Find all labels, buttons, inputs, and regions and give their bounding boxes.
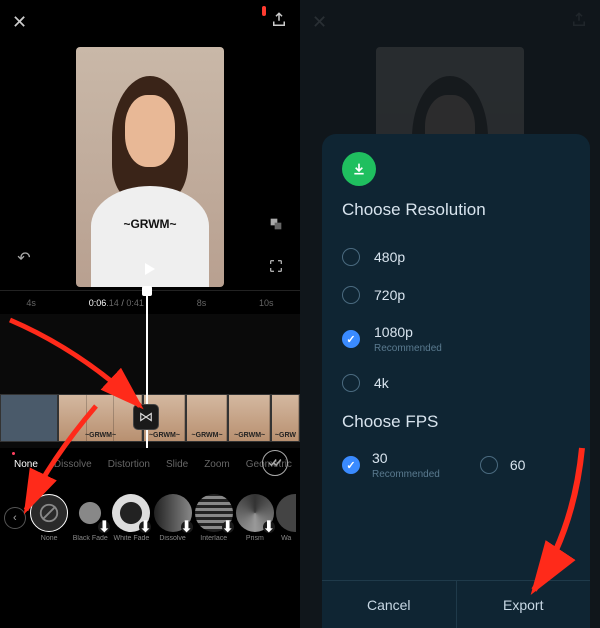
- download-icon: ⬇: [139, 521, 151, 533]
- effect-interlace[interactable]: ⬇ Interlace: [194, 494, 233, 542]
- export-modal: Choose Resolution 480p 720p 1080p Recomm…: [322, 134, 590, 628]
- fps-title: Choose FPS: [342, 412, 570, 432]
- res-480p[interactable]: 480p: [342, 238, 570, 276]
- download-icon: [351, 161, 367, 177]
- download-icon: ⬇: [263, 521, 275, 533]
- clip[interactable]: [0, 394, 58, 442]
- close-button[interactable]: ✕: [12, 12, 27, 33]
- fps-60[interactable]: 60: [480, 450, 526, 480]
- ruler-mark: 4s: [26, 298, 36, 308]
- radio[interactable]: [342, 248, 360, 266]
- video-preview[interactable]: ~GRWM~ ↶: [0, 44, 300, 290]
- download-icon: ⬇: [222, 521, 234, 533]
- export-screen: ✕ Choose Resolution 480p 720p 1080p Reco…: [300, 0, 600, 628]
- video-frame: ~GRWM~: [76, 47, 224, 287]
- radio[interactable]: [480, 456, 498, 474]
- category-none[interactable]: None: [8, 455, 44, 474]
- res-720p[interactable]: 720p: [342, 276, 570, 314]
- effect-black-fade[interactable]: ⬇ Black Fade: [71, 494, 110, 542]
- video-overlay-text: ~GRWM~: [76, 217, 224, 231]
- radio[interactable]: [342, 286, 360, 304]
- category-dissolve[interactable]: Dissolve: [48, 455, 98, 474]
- effect-row: ‹ None ⬇ Black Fade ⬇ White Fade ⬇ Disso…: [0, 480, 300, 556]
- active-indicator: [12, 452, 15, 455]
- export-button[interactable]: [270, 11, 288, 34]
- radio-checked[interactable]: [342, 330, 360, 348]
- ruler-mark: 8s: [197, 298, 207, 308]
- effect-wa[interactable]: ⬇ Wa: [276, 494, 296, 542]
- layers-button[interactable]: [264, 212, 288, 236]
- clip[interactable]: ~GRW: [271, 394, 300, 442]
- export-confirm-button[interactable]: Export: [456, 581, 591, 628]
- fps-30[interactable]: 30 Recommended: [342, 450, 440, 480]
- fullscreen-button[interactable]: [264, 254, 288, 278]
- category-slide[interactable]: Slide: [160, 455, 194, 474]
- layers-icon: [268, 216, 284, 232]
- apply-all-button[interactable]: [262, 450, 288, 476]
- effect-category-row: None Dissolve Distortion Slide Zoom Geom…: [0, 448, 300, 480]
- clip[interactable]: ~GRWM~: [58, 394, 143, 442]
- cancel-button[interactable]: Cancel: [322, 581, 456, 628]
- header: ✕: [0, 0, 300, 44]
- timeline-time: 0:06.14 / 0:41: [89, 298, 144, 308]
- download-badge: [342, 152, 376, 186]
- timeline[interactable]: ~GRWM~ ~GRWM~ ~GRWM~ ~GRWM~ ~GRW: [0, 314, 300, 448]
- modal-footer: Cancel Export: [322, 580, 590, 628]
- none-icon: [38, 502, 60, 524]
- res-1080p[interactable]: 1080p Recommended: [342, 314, 570, 364]
- category-zoom[interactable]: Zoom: [198, 455, 236, 474]
- radio-checked[interactable]: [342, 456, 360, 474]
- effect-prism[interactable]: ⬇ Prism: [235, 494, 274, 542]
- effect-white-fade[interactable]: ⬇ White Fade: [112, 494, 151, 542]
- radio[interactable]: [342, 374, 360, 392]
- effect-none[interactable]: None: [30, 494, 69, 542]
- download-icon: ⬇: [181, 521, 193, 533]
- effect-dissolve[interactable]: ⬇ Dissolve: [153, 494, 192, 542]
- clip[interactable]: ~GRWM~: [186, 394, 229, 442]
- record-indicator: [262, 6, 266, 16]
- fullscreen-icon: [268, 258, 284, 274]
- ruler-mark: 10s: [259, 298, 274, 308]
- transition-icon: [139, 410, 153, 424]
- transition-button[interactable]: [133, 404, 159, 430]
- category-distortion[interactable]: Distortion: [102, 455, 156, 474]
- clip[interactable]: ~GRWM~: [228, 394, 271, 442]
- res-4k[interactable]: 4k: [342, 364, 570, 402]
- editor-screen: ✕ ~GRWM~ ↶ 4s 0:06.14 / 0:41 8s 10s: [0, 0, 300, 628]
- resolution-title: Choose Resolution: [342, 200, 570, 220]
- double-check-icon: [268, 458, 282, 468]
- export-icon: [270, 11, 288, 29]
- download-icon: ⬇: [98, 521, 110, 533]
- play-icon[interactable]: [145, 263, 155, 275]
- back-button[interactable]: ‹: [4, 507, 26, 529]
- undo-button[interactable]: ↶: [12, 246, 36, 270]
